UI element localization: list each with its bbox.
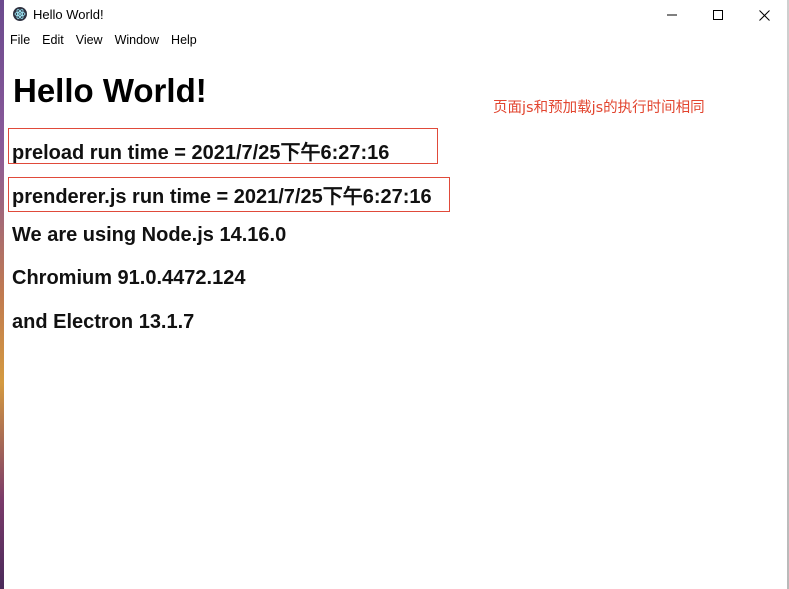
menu-edit[interactable]: Edit <box>36 30 70 50</box>
chromium-version: Chromium 91.0.4472.124 <box>12 267 246 289</box>
menu-file[interactable]: File <box>4 30 36 50</box>
window-title: Hello World! <box>33 7 104 22</box>
menu-bar: File Edit View Window Help <box>4 30 787 50</box>
minimize-button[interactable] <box>649 0 695 30</box>
electron-version: and Electron 13.1.7 <box>12 311 195 333</box>
close-icon <box>758 9 770 21</box>
maximize-icon <box>713 10 723 20</box>
title-bar[interactable]: Hello World! <box>4 0 787 30</box>
electron-icon <box>13 7 27 21</box>
maximize-button[interactable] <box>695 0 741 30</box>
renderer-run-time: prenderer.js run time = 2021/7/25下午6:27:… <box>12 186 432 208</box>
menu-window[interactable]: Window <box>109 30 165 50</box>
app-window: Hello World! File Edit View Window Help … <box>0 0 789 589</box>
menu-help[interactable]: Help <box>165 30 203 50</box>
node-version: We are using Node.js 14.16.0 <box>12 224 287 246</box>
minimize-icon <box>667 14 677 16</box>
annotation-note: 页面js和预加载js的执行时间相同 <box>493 100 705 116</box>
page-heading: Hello World! <box>13 72 207 109</box>
preload-run-time: preload run time = 2021/7/25下午6:27:16 <box>12 142 390 164</box>
close-button[interactable] <box>741 0 787 30</box>
menu-view[interactable]: View <box>70 30 109 50</box>
page-content: Hello World! preload run time = 2021/7/2… <box>4 50 787 589</box>
